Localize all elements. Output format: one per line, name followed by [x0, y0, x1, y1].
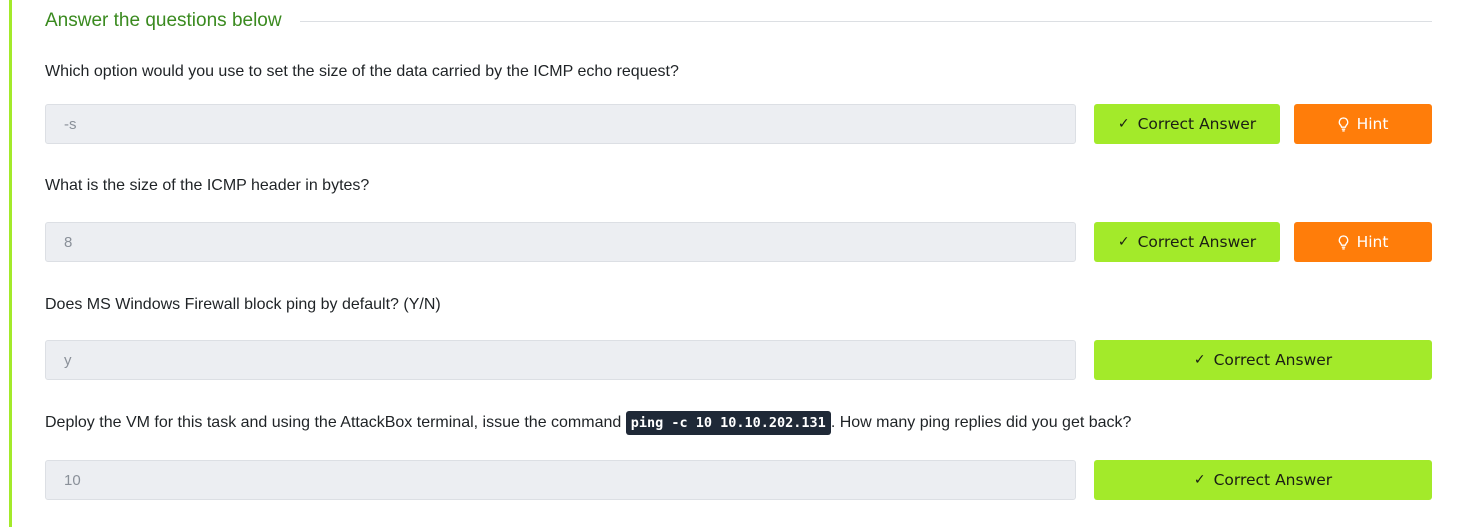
correct-answer-label: Correct Answer: [1213, 351, 1333, 369]
question-1-hint-button[interactable]: Hint: [1294, 104, 1432, 144]
check-icon: ✓: [1117, 116, 1130, 132]
question-4-text: Deploy the VM for this task and using th…: [45, 411, 1131, 435]
lightbulb-icon: [1338, 234, 1349, 250]
check-icon: ✓: [1193, 472, 1206, 488]
lightbulb-icon: [1338, 116, 1349, 132]
check-icon: ✓: [1193, 352, 1206, 368]
hint-label: Hint: [1356, 233, 1389, 251]
question-1-answer-field[interactable]: [45, 104, 1076, 144]
hint-label: Hint: [1356, 115, 1389, 133]
task-accent-bar: [9, 0, 12, 527]
section-title: Answer the questions below: [45, 10, 282, 31]
question-2-answer-field[interactable]: [45, 222, 1076, 262]
correct-answer-label: Correct Answer: [1137, 233, 1257, 251]
question-4-answer-field[interactable]: [45, 460, 1076, 500]
correct-answer-label: Correct Answer: [1213, 471, 1333, 489]
check-icon: ✓: [1117, 234, 1130, 250]
question-4-text-after: . How many ping replies did you get back…: [830, 414, 1132, 431]
question-3-text: Does MS Windows Firewall block ping by d…: [45, 296, 441, 313]
question-2-hint-button[interactable]: Hint: [1294, 222, 1432, 262]
question-4-text-before: Deploy the VM for this task and using th…: [45, 414, 626, 431]
question-3-correct-answer-button[interactable]: ✓ Correct Answer: [1094, 340, 1432, 380]
correct-answer-label: Correct Answer: [1137, 115, 1257, 133]
question-3-answer-field[interactable]: [45, 340, 1076, 380]
question-4-correct-answer-button[interactable]: ✓ Correct Answer: [1094, 460, 1432, 500]
question-2-correct-answer-button[interactable]: ✓ Correct Answer: [1094, 222, 1280, 262]
header-divider: [299, 20, 1432, 22]
command-code: ping -c 10 10.10.202.131: [625, 411, 831, 435]
question-1-text: Which option would you use to set the si…: [45, 63, 679, 80]
question-1-correct-answer-button[interactable]: ✓ Correct Answer: [1094, 104, 1280, 144]
question-2-text: What is the size of the ICMP header in b…: [45, 177, 370, 194]
answer-section-header: Answer the questions below: [45, 8, 1432, 34]
